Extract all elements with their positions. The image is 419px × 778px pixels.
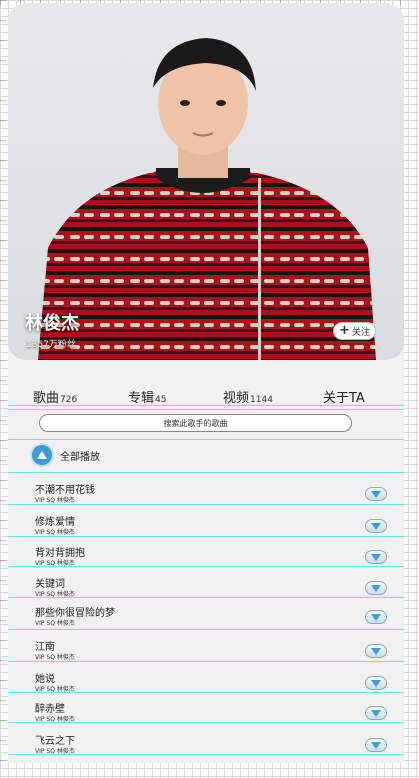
song-action-button[interactable] bbox=[365, 610, 387, 624]
artist-photo bbox=[38, 38, 376, 360]
tab-songs-label: 歌曲 bbox=[33, 391, 60, 406]
song-row[interactable]: 江南 VIP SQ 林俊杰 bbox=[8, 638, 404, 668]
divider bbox=[8, 722, 404, 723]
tab-songs[interactable]: 歌曲726 bbox=[33, 387, 77, 406]
song-meta: VIP SQ 林俊杰 bbox=[35, 620, 75, 627]
chevron-down-icon bbox=[371, 647, 381, 655]
chevron-down-icon bbox=[371, 709, 381, 717]
song-title: 江南 bbox=[35, 642, 55, 653]
song-row[interactable]: 关键词 VIP SQ 林俊杰 bbox=[8, 575, 404, 605]
song-row[interactable]: 醉赤壁 VIP SQ 林俊杰 bbox=[8, 700, 404, 730]
song-title: 修炼爱情 bbox=[35, 517, 75, 528]
chevron-down-icon bbox=[371, 679, 381, 687]
follow-button[interactable]: + 关注 bbox=[333, 322, 376, 340]
chevron-down-icon bbox=[371, 584, 381, 592]
divider bbox=[8, 409, 404, 410]
divider bbox=[8, 504, 404, 505]
song-action-button[interactable] bbox=[365, 519, 387, 533]
tab-videos[interactable]: 视频1144 bbox=[223, 387, 273, 406]
fans-count: 1357万粉丝 bbox=[26, 340, 76, 350]
chevron-down-icon bbox=[371, 490, 381, 498]
song-meta: VIP SQ 林俊杰 bbox=[35, 497, 75, 504]
tab-albums-label: 专辑 bbox=[128, 391, 155, 406]
song-action-button[interactable] bbox=[365, 550, 387, 564]
artist-hero: 林俊杰 1357万粉丝 + 关注 bbox=[8, 3, 404, 360]
artist-song-search[interactable]: 搜索此歌手的歌曲 bbox=[39, 414, 352, 432]
song-action-button[interactable] bbox=[365, 676, 387, 690]
plus-icon: + bbox=[339, 323, 350, 338]
chevron-down-icon bbox=[371, 613, 381, 621]
play-up-icon bbox=[32, 445, 52, 465]
tab-about[interactable]: 关于TA bbox=[323, 387, 365, 406]
chevron-down-icon bbox=[371, 553, 381, 561]
song-row[interactable]: 背对背拥抱 VIP SQ 林俊杰 bbox=[8, 544, 404, 574]
song-row[interactable]: 她说 VIP SQ 林俊杰 bbox=[8, 670, 404, 700]
song-action-button[interactable] bbox=[365, 644, 387, 658]
song-title: 她说 bbox=[35, 674, 55, 685]
divider bbox=[8, 472, 404, 473]
divider bbox=[8, 439, 404, 440]
song-action-button[interactable] bbox=[365, 487, 387, 501]
divider bbox=[8, 536, 404, 537]
song-meta: VIP SQ 林俊杰 bbox=[35, 529, 75, 536]
artist-page: 林俊杰 1357万粉丝 + 关注 歌曲726 专辑45 视频1144 关于TA … bbox=[8, 3, 404, 763]
divider bbox=[8, 692, 404, 693]
tab-about-label: 关于TA bbox=[323, 391, 365, 406]
song-action-button[interactable] bbox=[365, 706, 387, 720]
song-title: 飞云之下 bbox=[35, 736, 75, 747]
tab-videos-label: 视频 bbox=[223, 391, 250, 406]
divider bbox=[8, 754, 404, 755]
song-title: 醉赤壁 bbox=[35, 704, 65, 715]
divider bbox=[8, 629, 404, 630]
song-action-button[interactable] bbox=[365, 581, 387, 595]
song-meta: VIP SQ 林俊杰 bbox=[35, 654, 75, 661]
song-row[interactable]: 飞云之下 VIP SQ 林俊杰 bbox=[8, 732, 404, 762]
tab-songs-count: 726 bbox=[60, 395, 78, 405]
chevron-down-icon bbox=[371, 741, 381, 749]
song-row[interactable]: 修炼爱情 VIP SQ 林俊杰 bbox=[8, 513, 404, 543]
song-title: 那些你很冒险的梦 bbox=[35, 608, 115, 619]
play-all-label: 全部播放 bbox=[60, 451, 100, 463]
divider bbox=[8, 661, 404, 662]
song-action-button[interactable] bbox=[365, 738, 387, 752]
song-title: 关键词 bbox=[35, 579, 65, 590]
artist-name: 林俊杰 bbox=[25, 313, 79, 334]
divider bbox=[8, 566, 404, 567]
tab-videos-count: 1144 bbox=[250, 395, 273, 405]
divider bbox=[8, 405, 404, 406]
tab-albums-count: 45 bbox=[155, 395, 167, 405]
chevron-down-icon bbox=[371, 522, 381, 530]
divider bbox=[8, 597, 404, 598]
song-title: 背对背拥抱 bbox=[35, 548, 85, 559]
song-row[interactable]: 不潮不用花钱 VIP SQ 林俊杰 bbox=[8, 481, 404, 511]
play-all-button[interactable]: 全部播放 bbox=[32, 444, 100, 466]
follow-label: 关注 bbox=[351, 327, 370, 338]
left-ruler bbox=[0, 0, 6, 778]
tab-albums[interactable]: 专辑45 bbox=[128, 387, 166, 406]
song-title: 不潮不用花钱 bbox=[35, 485, 95, 496]
